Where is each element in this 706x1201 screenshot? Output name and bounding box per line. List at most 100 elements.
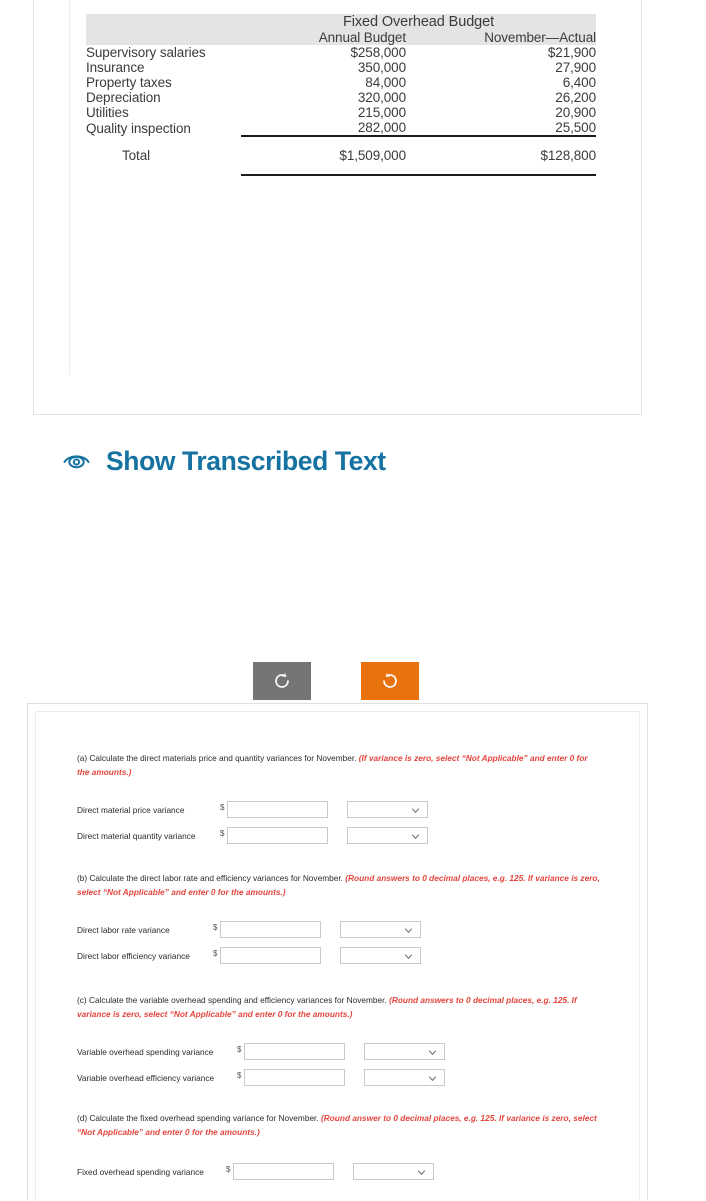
currency-symbol: $ [213, 949, 218, 959]
table-row: Insurance 350,000 27,900 [86, 60, 596, 75]
row-label: Property taxes [86, 75, 172, 90]
table-row: Utilities 215,000 20,900 [86, 105, 596, 120]
field-label: Fixed overhead spending variance [77, 1166, 204, 1177]
table-row: Property taxes 84,000 6,400 [86, 75, 596, 90]
row-label: Depreciation [86, 90, 161, 105]
chevron-down-icon [405, 928, 413, 934]
currency-symbol: $ [226, 1165, 231, 1175]
table-header-row: Annual Budget November—Actual [86, 30, 596, 45]
fixed-overhead-budget-table: Fixed Overhead Budget Annual Budget Nove… [86, 14, 596, 176]
row-label: Insurance [86, 60, 145, 75]
chevron-down-icon [412, 808, 420, 814]
variance-form-inner: (a) Calculate the direct materials price… [35, 711, 640, 1201]
question-text-b: (b) Calculate the direct labor rate and … [77, 873, 346, 883]
show-transcribed-text-button[interactable]: Show Transcribed Text [62, 446, 386, 476]
direct-material-quantity-variance-input[interactable] [227, 827, 329, 845]
row-annual-value: $258,000 [350, 45, 406, 60]
currency-symbol: $ [220, 803, 225, 813]
field-label: Direct labor rate variance [77, 924, 170, 935]
row-label: Utilities [86, 105, 129, 120]
direct-labor-rate-variance-input[interactable] [220, 921, 322, 939]
question-prompt-a: (a) Calculate the direct materials price… [36, 752, 639, 779]
column-header-blank [86, 30, 241, 45]
row-label: Quality inspection [86, 120, 191, 136]
question-text-a: (a) Calculate the direct materials price… [77, 753, 359, 763]
field-row: Variable overhead efficiency variance $ [36, 1069, 639, 1087]
currency-symbol: $ [237, 1045, 242, 1055]
direct-material-price-variance-input[interactable] [227, 801, 329, 819]
fixed-overhead-spending-variance-select[interactable] [353, 1163, 435, 1181]
column-header-november-actual: November—Actual [406, 30, 596, 45]
variable-overhead-spending-variance-input[interactable] [244, 1043, 346, 1061]
row-actual-value: 20,900 [555, 105, 596, 120]
eye-icon [62, 446, 92, 476]
variable-overhead-spending-variance-select[interactable] [364, 1043, 446, 1061]
field-row: Variable overhead spending variance $ [36, 1043, 639, 1061]
field-label: Variable overhead efficiency variance [77, 1072, 215, 1083]
variable-overhead-efficiency-variance-input[interactable] [244, 1069, 346, 1087]
redo-button[interactable] [361, 662, 419, 700]
title-spacer [86, 14, 241, 30]
total-label: Total [121, 148, 151, 163]
table-title: Fixed Overhead Budget [241, 14, 596, 30]
field-row: Direct material price variance $ [36, 801, 639, 819]
row-annual-value: 320,000 [357, 90, 406, 105]
question-block-c: (c) Calculate the variable overhead spen… [36, 994, 639, 1087]
table-title-row: Fixed Overhead Budget [86, 14, 596, 30]
direct-material-price-variance-select[interactable] [347, 801, 429, 819]
chevron-down-icon [405, 954, 413, 960]
row-annual-value: 282,000 [357, 120, 406, 135]
direct-material-quantity-variance-select[interactable] [347, 827, 429, 845]
table-total-row: Total $1,509,000 $128,800 [86, 135, 596, 176]
variance-form-panel: (a) Calculate the direct materials price… [27, 703, 648, 1201]
row-actual-value: 25,500 [555, 120, 596, 135]
select-value [341, 948, 420, 951]
row-annual-value: 215,000 [357, 105, 406, 120]
select-value [348, 828, 427, 831]
row-label: Supervisory salaries [86, 45, 206, 60]
question-text-d: (d) Calculate the fixed overhead spendin… [77, 1113, 321, 1123]
question-block-b: (b) Calculate the direct labor rate and … [36, 872, 639, 965]
redo-arrow-icon [381, 672, 399, 690]
table-row: Quality inspection 282,000 25,500 [86, 120, 596, 136]
table-row: Supervisory salaries $258,000 $21,900 [86, 45, 596, 60]
budget-image-panel: Fixed Overhead Budget Annual Budget Nove… [33, 0, 642, 415]
chevron-down-icon [418, 1170, 426, 1176]
select-value [365, 1044, 444, 1047]
direct-labor-efficiency-variance-select[interactable] [340, 947, 422, 965]
column-header-annual-budget: Annual Budget [241, 30, 406, 45]
direct-labor-rate-variance-select[interactable] [340, 921, 422, 939]
select-value [341, 922, 420, 925]
variable-overhead-efficiency-variance-select[interactable] [364, 1069, 446, 1087]
currency-symbol: $ [213, 923, 218, 933]
question-prompt-b: (b) Calculate the direct labor rate and … [36, 872, 639, 899]
question-block-d: (d) Calculate the fixed overhead spendin… [36, 1112, 639, 1181]
field-label: Direct labor efficiency variance [77, 950, 190, 961]
row-actual-value: 27,900 [555, 60, 596, 75]
field-row: Direct labor rate variance $ [36, 921, 639, 939]
show-transcribed-text-label: Show Transcribed Text [106, 445, 386, 476]
field-label: Direct material price variance [77, 804, 185, 815]
field-label: Direct material quantity variance [77, 830, 196, 841]
table-body: Supervisory salaries $258,000 $21,900 In… [86, 45, 596, 176]
row-actual-value: $21,900 [547, 45, 596, 60]
total-actual-value: $128,800 [406, 135, 596, 176]
currency-symbol: $ [237, 1071, 242, 1081]
row-annual-value: 84,000 [365, 75, 406, 90]
chevron-down-icon [429, 1076, 437, 1082]
undo-arrow-icon [273, 672, 291, 690]
field-row: Direct labor efficiency variance $ [36, 947, 639, 965]
question-block-a: (a) Calculate the direct materials price… [36, 752, 639, 845]
currency-symbol: $ [220, 829, 225, 839]
question-prompt-d: (d) Calculate the fixed overhead spendin… [36, 1112, 639, 1139]
row-annual-value: 350,000 [357, 60, 406, 75]
undo-button[interactable] [253, 662, 311, 700]
field-row: Fixed overhead spending variance $ [36, 1163, 639, 1181]
question-text-c: (c) Calculate the variable overhead spen… [77, 995, 390, 1005]
field-label: Variable overhead spending variance [77, 1046, 214, 1057]
direct-labor-efficiency-variance-input[interactable] [220, 947, 322, 965]
select-value [348, 802, 427, 805]
total-annual-value: $1,509,000 [241, 135, 406, 176]
fixed-overhead-spending-variance-input[interactable] [233, 1163, 335, 1181]
panel-divider [69, 0, 70, 375]
